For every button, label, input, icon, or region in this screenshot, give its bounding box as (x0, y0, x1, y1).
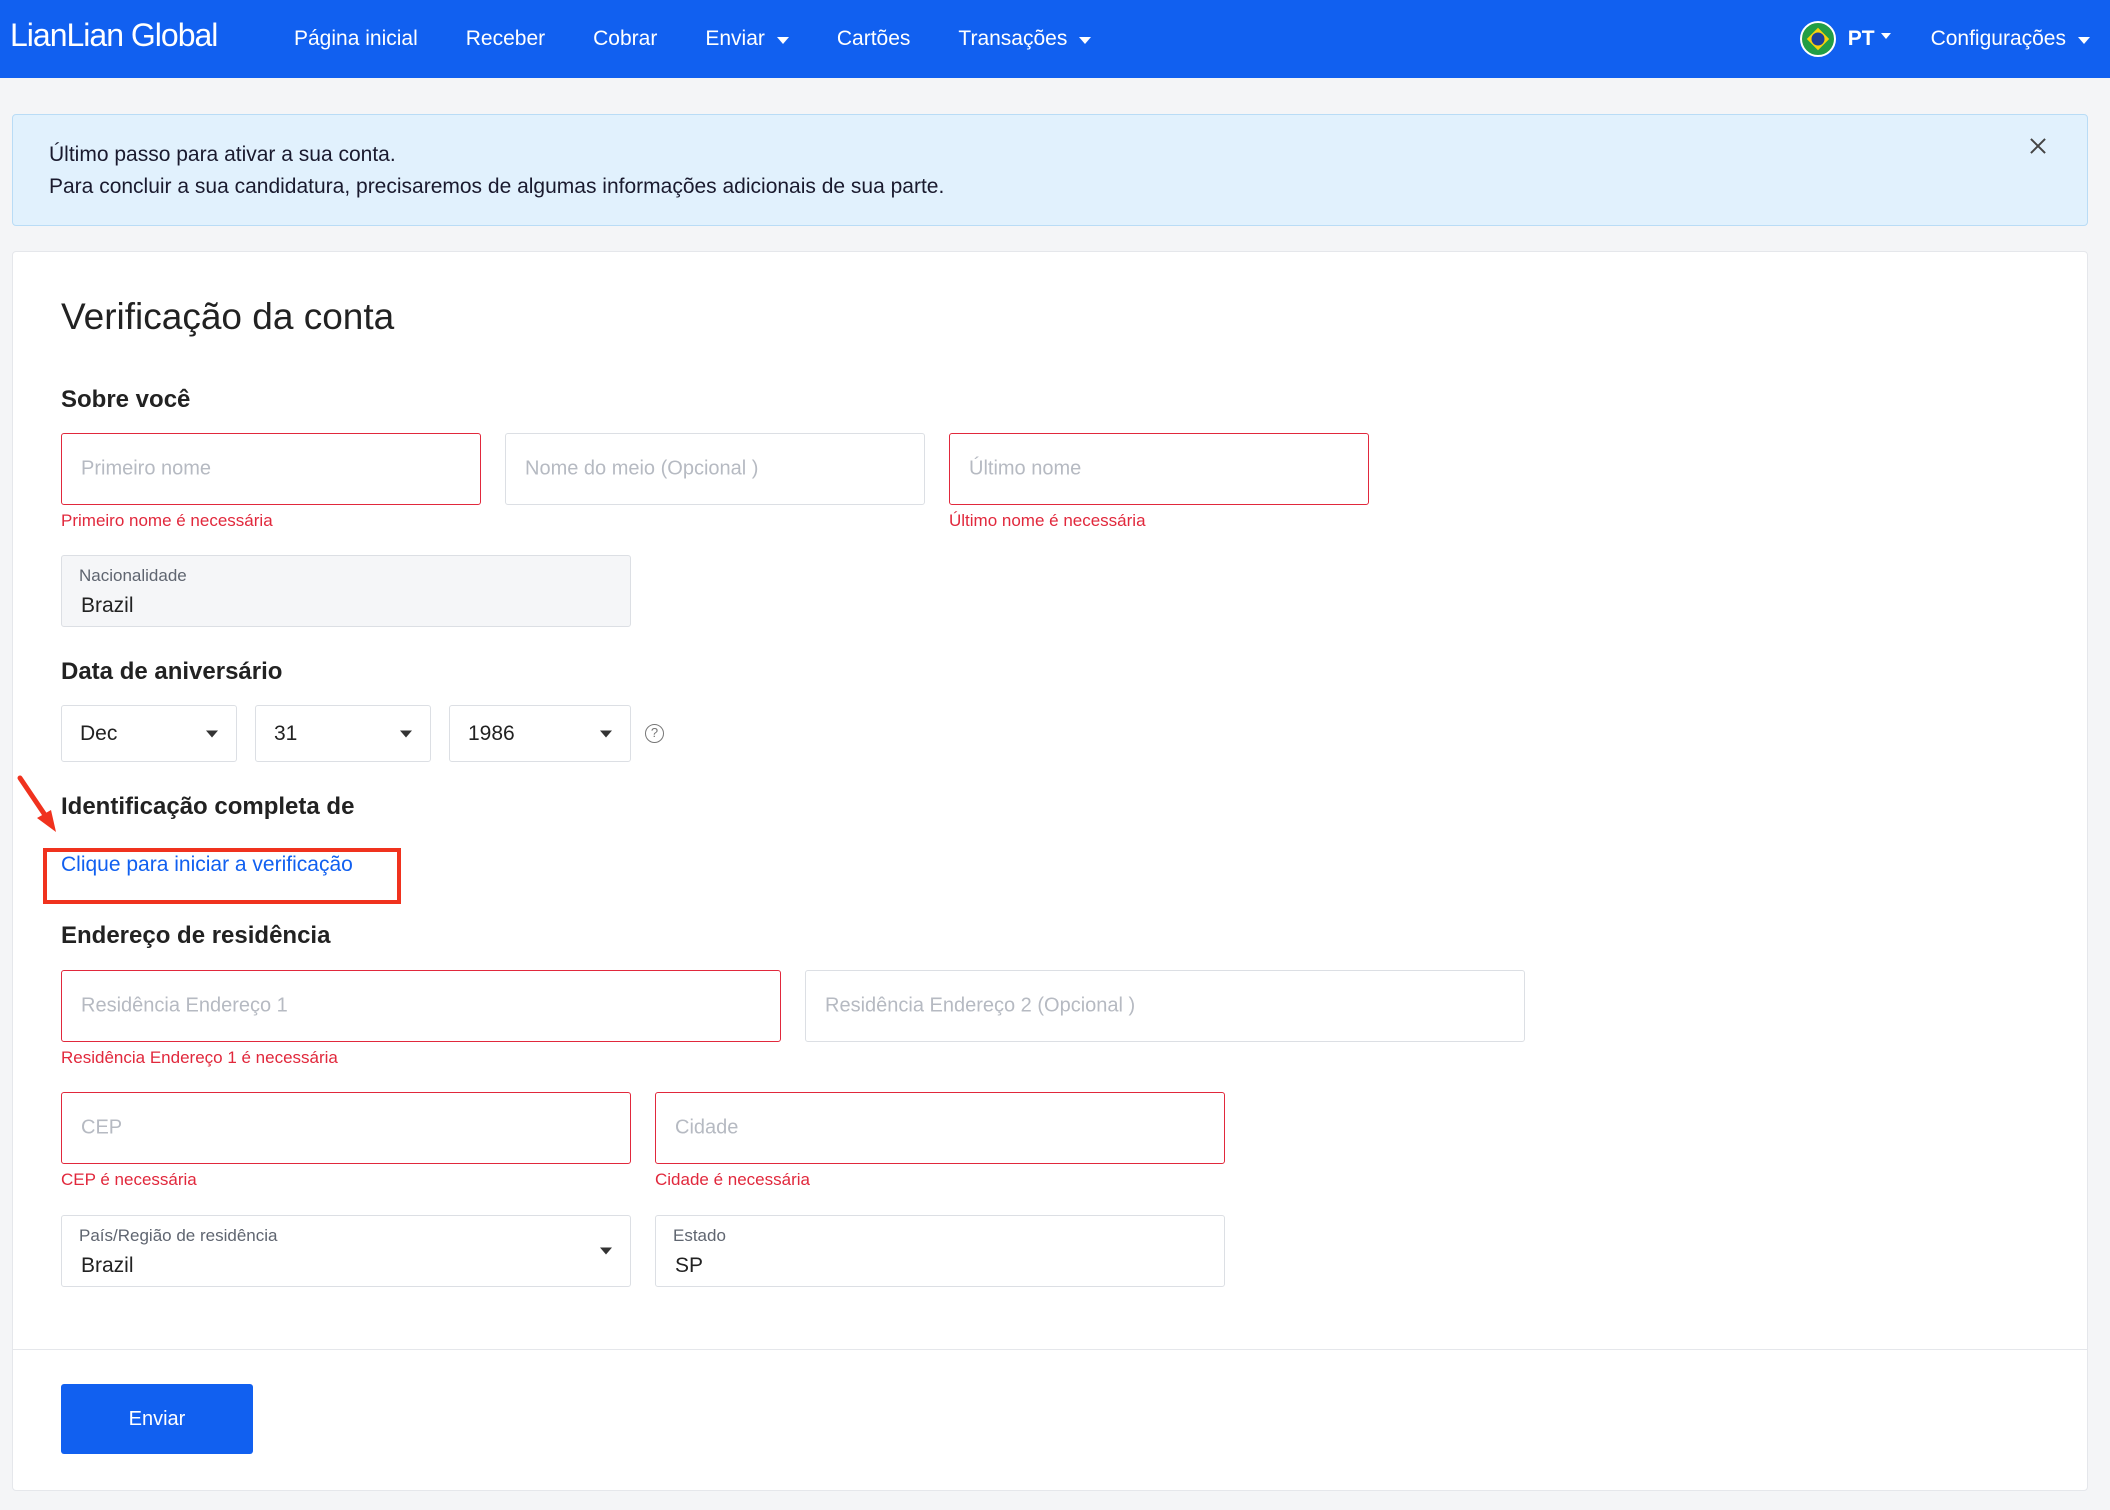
nav-menu: Página inicial Receber Cobrar Enviar Car… (294, 0, 1139, 78)
nav-item-cards[interactable]: Cartões (837, 27, 911, 51)
chevron-down-icon (600, 1247, 612, 1255)
address-line1-input[interactable]: Residência Endereço 1 (61, 970, 781, 1042)
nav-item-transactions[interactable]: Transações (958, 27, 1092, 51)
first-name-placeholder: Primeiro nome (81, 457, 212, 480)
first-name-input[interactable]: Primeiro nome (61, 433, 481, 505)
chevron-down-icon (1079, 36, 1092, 44)
page-title: Verificação da conta (61, 296, 395, 337)
nav-item-send[interactable]: Enviar (705, 27, 789, 51)
chevron-down-icon (600, 730, 612, 737)
chevron-down-icon (2078, 36, 2090, 44)
brazil-flag-icon[interactable] (1799, 21, 1836, 57)
nav-item-label: Página inicial (294, 27, 418, 50)
nav-item-label: Receber (465, 27, 546, 50)
nav-item-receive[interactable]: Receber (466, 27, 545, 51)
birth-month-value: Dec (80, 721, 118, 745)
middle-name-placeholder: Nome do meio (Opcional ) (525, 457, 759, 480)
verification-card: Verificação da conta Sobre você Primeiro… (12, 251, 2088, 1491)
chevron-down-icon (776, 36, 789, 44)
section-about-title: Sobre você (61, 386, 191, 413)
chevron-down-icon (400, 730, 412, 737)
nav-item-collect[interactable]: Cobrar (593, 27, 657, 51)
banner-text: Para concluir a sua candidatura, precisa… (49, 175, 945, 198)
birth-year-value: 1986 (468, 721, 515, 745)
brand-logo[interactable]: LianLian Global (10, 17, 218, 54)
close-icon[interactable] (2025, 133, 2051, 159)
section-identification-title: Identificação completa de (61, 793, 355, 820)
middle-name-input[interactable]: Nome do meio (Opcional ) (505, 433, 925, 505)
activation-banner: Último passo para ativar a sua conta. Pa… (12, 114, 2088, 226)
nav-right: PT Configurações (1799, 0, 2090, 78)
settings-menu[interactable]: Configurações (1931, 27, 2090, 51)
chevron-down-icon (206, 730, 218, 737)
section-address-title: Endereço de residência (61, 922, 331, 949)
zip-error: CEP é necessária (61, 1170, 197, 1189)
chevron-down-icon (1880, 33, 1891, 39)
birth-year-select[interactable]: 1986 (449, 705, 631, 762)
state-label: Estado (673, 1226, 726, 1245)
birth-day-select[interactable]: 31 (255, 705, 431, 762)
nav-item-label: Transações (958, 27, 1068, 50)
address-line2-placeholder: Residência Endereço 2 (Opcional ) (825, 994, 1136, 1017)
city-placeholder: Cidade (675, 1116, 739, 1139)
section-birthday-title: Data de aniversário (61, 658, 283, 685)
country-label: País/Região de residência (79, 1226, 278, 1245)
country-value: Brazil (81, 1254, 134, 1277)
start-verification-link[interactable]: Clique para iniciar a verificação (61, 853, 353, 877)
address-line1-error: Residência Endereço 1 é necessária (61, 1048, 338, 1067)
help-icon[interactable]: ? (645, 724, 664, 743)
state-value: SP (675, 1254, 704, 1277)
zip-input[interactable]: CEP (61, 1092, 631, 1164)
address-line2-input[interactable]: Residência Endereço 2 (Opcional ) (805, 970, 1525, 1042)
last-name-error: Último nome é necessária (949, 511, 1146, 530)
first-name-error: Primeiro nome é necessária (61, 511, 273, 530)
nationality-value: Brazil (81, 594, 134, 617)
top-navbar: LianLian Global Página inicial Receber C… (0, 0, 2110, 78)
last-name-placeholder: Último nome (969, 457, 1082, 480)
birth-month-select[interactable]: Dec (61, 705, 237, 762)
city-input[interactable]: Cidade (655, 1092, 1225, 1164)
nav-item-home[interactable]: Página inicial (294, 27, 418, 51)
last-name-input[interactable]: Último nome (949, 433, 1369, 505)
nationality-label: Nacionalidade (79, 566, 187, 585)
zip-placeholder: CEP (81, 1116, 123, 1139)
banner-title: Último passo para ativar a sua conta. (49, 143, 396, 166)
nav-item-label: Cobrar (593, 27, 658, 50)
language-selector[interactable]: PT (1848, 27, 1891, 51)
birth-day-value: 31 (274, 721, 298, 745)
city-error: Cidade é necessária (655, 1170, 810, 1189)
country-select[interactable]: País/Região de residência Brazil (61, 1215, 631, 1287)
nationality-field: Nacionalidade Brazil (61, 555, 631, 627)
submit-button[interactable]: Enviar (61, 1384, 253, 1454)
nav-item-label: Cartões (836, 27, 911, 50)
language-label: PT (1847, 27, 1875, 50)
divider (13, 1349, 2087, 1350)
settings-label: Configurações (1930, 27, 2066, 50)
address-line1-placeholder: Residência Endereço 1 (81, 994, 288, 1017)
nav-item-label: Enviar (705, 27, 765, 50)
state-input[interactable]: Estado SP (655, 1215, 1225, 1287)
